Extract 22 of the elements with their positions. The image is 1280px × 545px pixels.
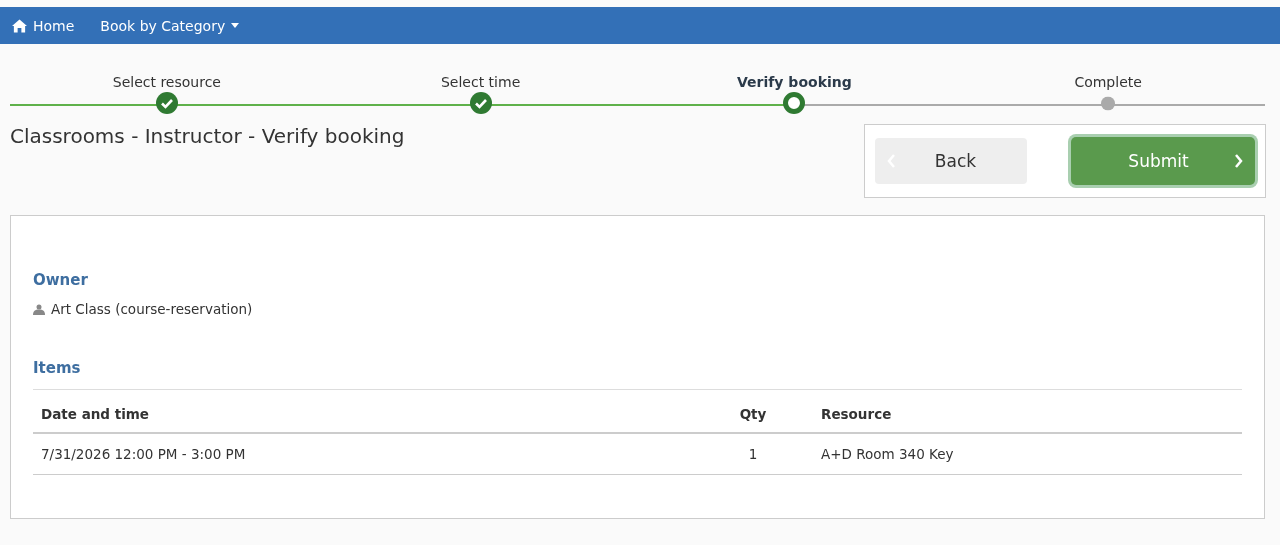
owner-name: Art Class (course-reservation) (51, 301, 253, 317)
home-link[interactable]: Home (12, 17, 75, 34)
chevron-right-icon (1234, 153, 1243, 169)
column-header: Date and time (33, 389, 693, 433)
column-header: Qty (693, 389, 813, 433)
step-label: Select time (441, 74, 521, 92)
section-heading: Items (33, 359, 82, 377)
table-cell: 7/31/2026 12:00 PM - 3:00 PM (33, 433, 693, 475)
person-icon (33, 303, 45, 315)
step-label: Select resource (112, 74, 221, 92)
section-heading: Owner (33, 271, 89, 289)
caret-icon (231, 23, 240, 28)
page-title: Classrooms - Instructor - Verify booking (10, 124, 405, 148)
column-header: Resource (813, 389, 1242, 433)
table-cell: 1 (693, 433, 813, 475)
table-cell: A+D Room 340 Key (813, 433, 1242, 475)
back-button[interactable]: Back (875, 138, 1027, 184)
submit-button[interactable]: Submit (1071, 137, 1255, 185)
step-label: Complete (1074, 74, 1142, 92)
step-label: Verify booking (737, 74, 852, 92)
home-icon (12, 18, 27, 33)
category-menu[interactable]: Book by Category (100, 17, 240, 34)
